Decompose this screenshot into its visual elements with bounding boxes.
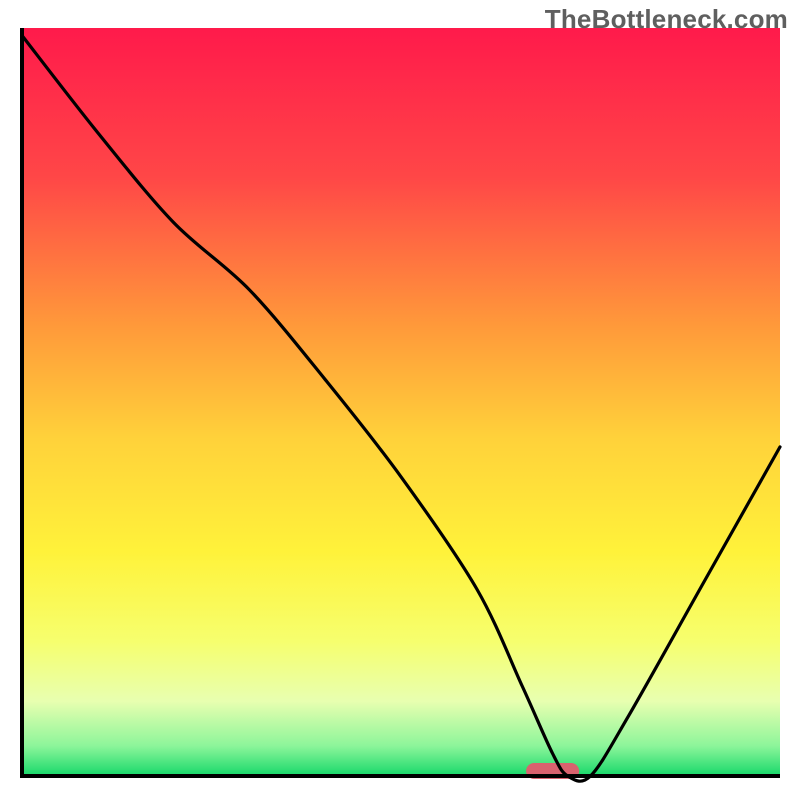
watermark-text: TheBottleneck.com [545,4,788,35]
bottleneck-chart [0,0,800,800]
plot-background [22,28,780,776]
chart-stage: TheBottleneck.com [0,0,800,800]
